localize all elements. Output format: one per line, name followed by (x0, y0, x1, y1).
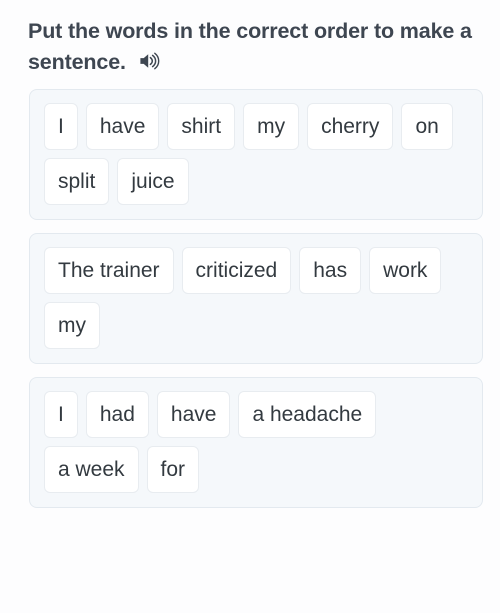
word-chip-row: I had have a headache a week for (44, 391, 468, 494)
exercise-page: Put the words in the correct order to ma… (0, 0, 500, 613)
word-chip[interactable]: I (44, 103, 78, 151)
word-chip[interactable]: a week (44, 446, 139, 494)
word-chip[interactable]: shirt (167, 103, 236, 151)
speaker-icon[interactable] (138, 50, 160, 72)
word-chip[interactable]: for (146, 446, 200, 494)
word-chip[interactable]: have (156, 391, 231, 439)
word-chip[interactable]: my (243, 103, 300, 151)
word-chip-row: The trainer criticized has work my (44, 247, 468, 350)
speaker-icon-glyph (140, 52, 160, 69)
word-card: I had have a headache a week for (29, 377, 483, 509)
word-chip[interactable]: has (299, 247, 362, 295)
word-chip-row: I have shirt my cherry on split juice (44, 103, 468, 206)
word-chip[interactable]: had (85, 391, 149, 439)
prompt-text: Put the words in the correct order to ma… (28, 19, 472, 74)
word-chip[interactable]: work (369, 247, 442, 295)
word-chip[interactable]: The trainer (44, 247, 174, 295)
word-chip[interactable]: cherry (307, 103, 394, 151)
word-chip[interactable]: have (85, 103, 160, 151)
word-chip[interactable]: a headache (238, 391, 377, 439)
page-title: Put the words in the correct order to ma… (0, 0, 500, 77)
exercise-list: I have shirt my cherry on split juice Th… (0, 77, 500, 509)
word-chip[interactable]: my (44, 302, 100, 350)
word-card: I have shirt my cherry on split juice (29, 89, 483, 221)
word-chip[interactable]: split (44, 158, 110, 206)
word-card: The trainer criticized has work my (29, 233, 483, 365)
word-chip[interactable]: I (44, 391, 78, 439)
word-chip[interactable]: criticized (181, 247, 292, 295)
word-chip[interactable]: juice (117, 158, 189, 206)
word-chip[interactable]: on (401, 103, 453, 151)
